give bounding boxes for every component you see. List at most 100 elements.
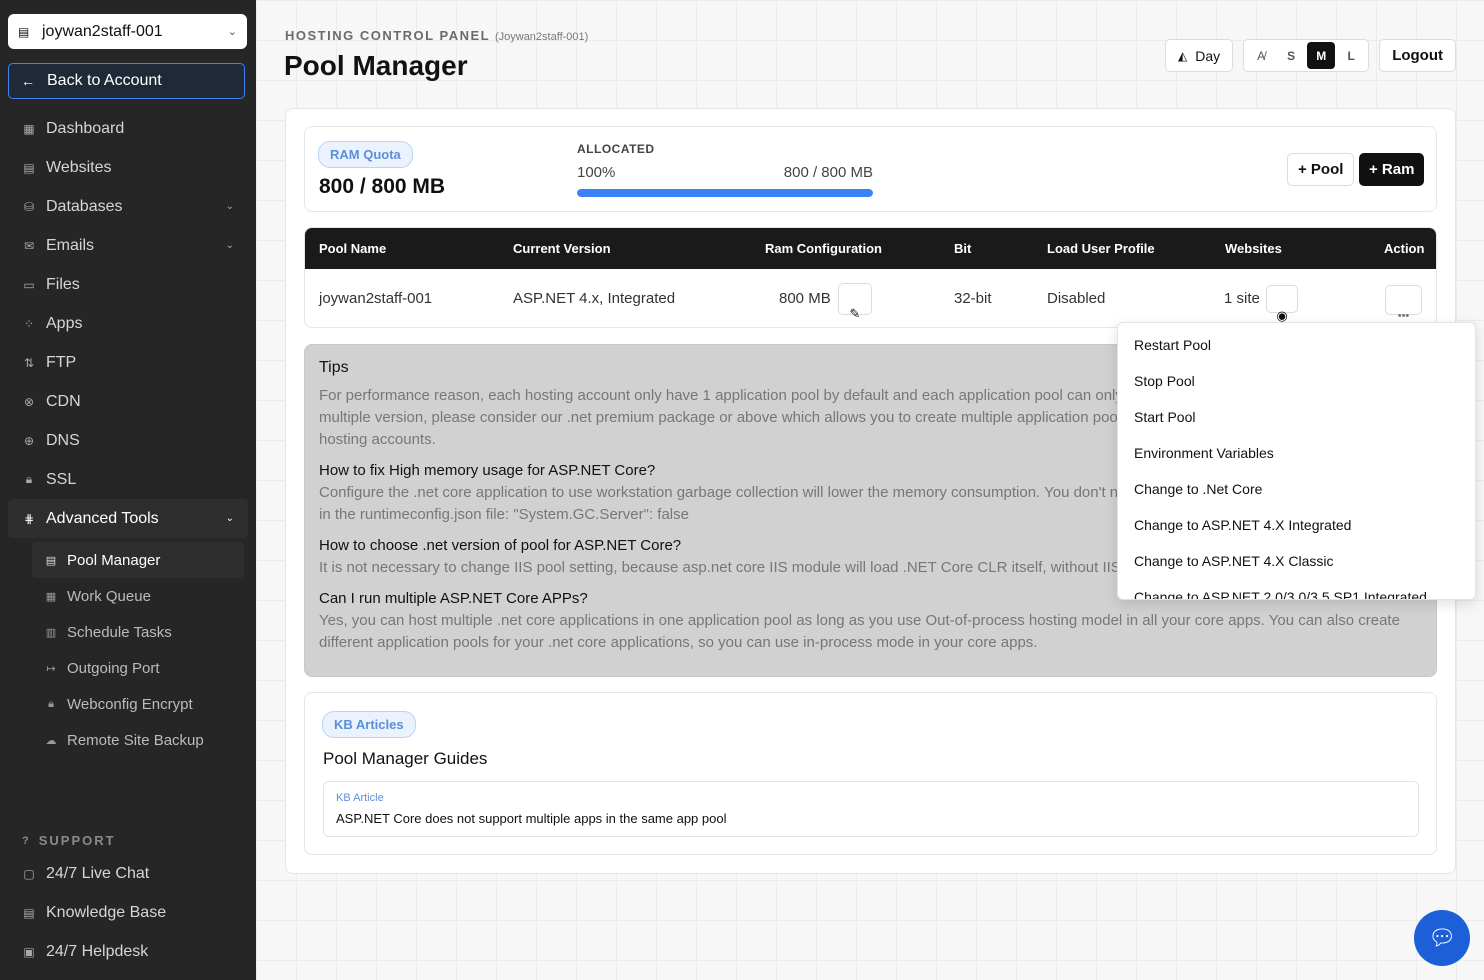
theme-toggle-button[interactable]: ◭ Day [1165, 39, 1234, 72]
chevron-down-icon: ⌄ [225, 513, 234, 524]
help-circle-icon: ? [22, 834, 31, 847]
cdn-icon: ⊗ [23, 394, 35, 409]
profile-cell: Disabled [1047, 290, 1106, 307]
lock-icon: 🔒︎ [25, 472, 33, 486]
port-icon: ↦ [46, 662, 56, 675]
menu-item-change-aspnet4-classic[interactable]: Change to ASP.NET 4.X Classic [1118, 543, 1475, 579]
sidebar-item-label: Files [46, 275, 80, 293]
sidebar-item-ftp[interactable]: ⇅ FTP [0, 343, 256, 382]
sidebar-item-advanced-tools[interactable]: ⋕ Advanced Tools ⌄ [8, 499, 248, 538]
top-controls: ◭ Day A̸ S M L Logout [1165, 39, 1456, 72]
globe-icon: ⊕ [23, 433, 35, 448]
chevron-down-icon: ⌄ [225, 201, 234, 212]
column-current-version: Current Version [513, 241, 611, 256]
sidebar-item-live-chat[interactable]: ▢ 24/7 Live Chat [0, 854, 256, 893]
sidebar-item-cdn[interactable]: ⊗ CDN [0, 382, 256, 421]
sidebar: ▤ joywan2staff-001 ⌄ ← Back to Account ▦… [0, 0, 256, 980]
sidebar-item-label: Apps [46, 314, 83, 332]
sidebar-item-databases[interactable]: ⛁ Databases ⌄ [0, 187, 256, 226]
menu-item-change-aspnet4-integrated[interactable]: Change to ASP.NET 4.X Integrated [1118, 507, 1475, 543]
sidebar-subitem-work-queue[interactable]: ▦ Work Queue [0, 578, 256, 614]
sidebar-subitem-schedule-tasks[interactable]: ▥ Schedule Tasks [0, 614, 256, 650]
sidebar-item-knowledge-base[interactable]: ▤ Knowledge Base [0, 893, 256, 932]
sidebar-item-label: FTP [46, 353, 77, 371]
sidebar-subitem-outgoing-port[interactable]: ↦ Outgoing Port [0, 650, 256, 686]
pool-actions-menu: Restart Pool Stop Pool Start Pool Enviro… [1117, 322, 1476, 600]
menu-item-stop-pool[interactable]: Stop Pool [1118, 363, 1475, 399]
sidebar-item-helpdesk[interactable]: ▣ 24/7 Helpdesk [0, 932, 256, 971]
sidebar-item-dashboard[interactable]: ▦ Dashboard [0, 109, 256, 148]
size-medium-button[interactable]: M [1307, 42, 1336, 69]
menu-item-change-aspnet2-integrated[interactable]: Change to ASP.NET 2.0/3.0/3.5 SP1 Integr… [1118, 579, 1475, 599]
allocated-percent: 100% [577, 164, 616, 181]
cloud-icon: ☁ [45, 734, 57, 747]
contrast-icon: ◭ [1178, 48, 1188, 63]
account-select[interactable]: ▤ joywan2staff-001 ⌄ [8, 14, 247, 49]
sidebar-item-label: 24/7 Live Chat [46, 864, 150, 882]
version-cell: ASP.NET 4.x, Integrated [513, 290, 676, 307]
kb-article-link[interactable]: KB Article ASP.NET Core does not support… [323, 781, 1419, 837]
live-chat-button[interactable]: 💬︎ [1414, 910, 1470, 966]
support-label: SUPPORT [38, 833, 116, 848]
font-size-selector: A̸ S M L [1243, 39, 1370, 72]
sidebar-item-files[interactable]: ▭ Files [0, 265, 256, 304]
mail-icon: ✉ [23, 238, 35, 253]
sidebar-item-label: Knowledge Base [46, 903, 167, 921]
page-title: Pool Manager [284, 50, 468, 81]
theme-label: Day [1195, 47, 1221, 64]
column-bit: Bit [954, 241, 972, 256]
ram-cell: 800 MB [779, 290, 831, 307]
sidebar-item-label: Outgoing Port [67, 659, 160, 677]
chevron-down-icon: ⌄ [225, 240, 234, 251]
sidebar-item-label: SSL [46, 470, 77, 488]
kb-articles-card: KB Articles Pool Manager Guides KB Artic… [304, 692, 1437, 855]
kb-articles-pill: KB Articles [322, 711, 416, 738]
kb-article-label: KB Article [336, 792, 384, 804]
column-load-user-profile: Load User Profile [1047, 241, 1155, 256]
main-nav: ▦ Dashboard ▤ Websites ⛁ Databases ⌄ ✉ Emails… [0, 109, 256, 758]
sidebar-item-label: Webconfig Encrypt [67, 695, 193, 713]
logout-button[interactable]: Logout [1379, 39, 1456, 72]
row-actions-button[interactable]: ••• [1385, 285, 1422, 322]
sidebar-subitem-remote-site-backup[interactable]: ☁ Remote Site Backup [0, 722, 256, 758]
folder-icon: ▭ [23, 277, 35, 292]
allocated-value: 800 / 800 MB [783, 164, 873, 181]
back-label: Back to Account [47, 72, 162, 89]
sidebar-item-label: DNS [46, 431, 80, 449]
add-ram-button[interactable]: + Ram [1359, 153, 1425, 186]
sidebar-item-ssl[interactable]: 🔒︎ SSL [0, 460, 256, 499]
back-to-account-button[interactable]: ← Back to Account [8, 63, 245, 99]
column-pool-name: Pool Name [319, 241, 387, 256]
pencil-icon: ✎ [849, 306, 861, 321]
sidebar-item-label: Databases [46, 197, 123, 215]
sidebar-item-emails[interactable]: ✉ Emails ⌄ [0, 226, 256, 265]
sidebar-subitem-pool-manager[interactable]: ▤ Pool Manager [32, 542, 244, 578]
ram-quota-pill: RAM Quota [318, 141, 413, 168]
menu-item-change-net-core[interactable]: Change to .Net Core [1118, 471, 1475, 507]
menu-item-start-pool[interactable]: Start Pool [1118, 399, 1475, 435]
size-small-button[interactable]: S [1277, 42, 1305, 69]
menu-item-restart-pool[interactable]: Restart Pool [1118, 327, 1475, 363]
ftp-icon: ⇅ [23, 355, 35, 370]
pool-name-cell: joywan2staff-001 [319, 290, 433, 307]
bit-cell: 32-bit [954, 290, 992, 307]
sidebar-item-websites[interactable]: ▤ Websites [0, 148, 256, 187]
websites-cell: 1 site [1224, 290, 1260, 307]
sidebar-item-label: CDN [46, 392, 81, 410]
edit-ram-button[interactable]: ✎ [838, 283, 872, 321]
column-websites: Websites [1225, 241, 1282, 256]
font-size-icon: A̸ [1257, 48, 1266, 63]
allocated-label: ALLOCATED [577, 142, 655, 156]
sidebar-item-label: Work Queue [67, 587, 151, 605]
view-websites-button[interactable]: ◉ [1266, 285, 1298, 323]
eyebrow-text: HOSTING CONTROL PANEL [285, 28, 490, 43]
add-pool-button[interactable]: + Pool [1287, 153, 1355, 186]
ram-quota-value: 800 / 800 MB [319, 175, 446, 198]
sidebar-item-apps[interactable]: ⁘ Apps [0, 304, 256, 343]
sidebar-item-dns[interactable]: ⊕ DNS [0, 421, 256, 460]
size-large-button[interactable]: L [1337, 42, 1365, 69]
sidebar-subitem-webconfig-encrypt[interactable]: 🔒︎ Webconfig Encrypt [0, 686, 256, 722]
account-name: joywan2staff-001 [42, 22, 163, 40]
kb-article-title: ASP.NET Core does not support multiple a… [336, 811, 727, 826]
menu-item-environment-variables[interactable]: Environment Variables [1118, 435, 1475, 471]
